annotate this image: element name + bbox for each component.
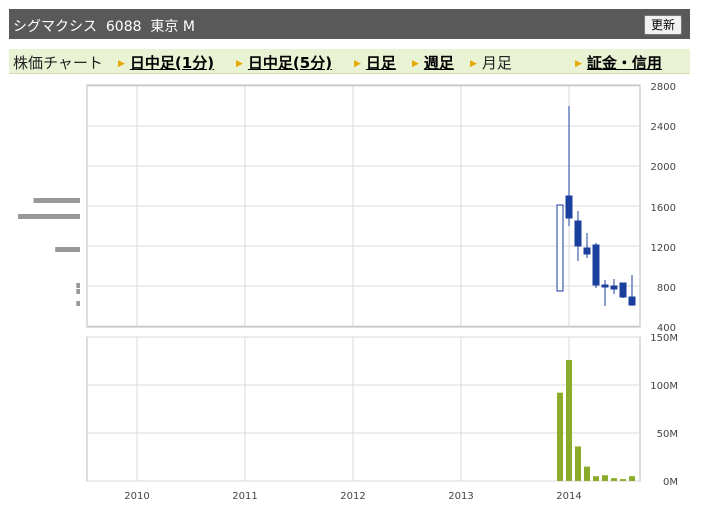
candle-body (583, 247, 591, 255)
volume-profile-bar (76, 301, 80, 306)
volume-bar (593, 476, 599, 481)
stock-chart: 2800 2400 2000 1600 1200 800 400 150M 10… (18, 82, 678, 502)
candle-body (592, 244, 600, 286)
volume-bar (584, 466, 590, 481)
volume-bar (566, 360, 572, 481)
volume-bar (557, 392, 563, 481)
year-tick-label: 2012 (340, 491, 365, 502)
volume-profile-bar (55, 247, 80, 252)
volume-bar (611, 478, 617, 481)
candle-body (565, 195, 573, 219)
year-tick-label: 2011 (232, 491, 257, 502)
volume-tick-label: 150M (650, 333, 678, 344)
year-tick-label: 2010 (124, 491, 149, 502)
candle-body (628, 296, 636, 306)
year-tick-label: 2014 (556, 491, 581, 502)
price-tick-label: 1200 (651, 243, 676, 254)
volume-bar (629, 476, 635, 481)
volume-profile-bar (76, 283, 80, 288)
candle-body (619, 282, 627, 298)
volume-bar (575, 446, 581, 481)
volume-bar (620, 479, 626, 481)
price-tick-label: 2800 (651, 82, 676, 93)
candle-body (610, 285, 618, 290)
price-tick-label: 800 (657, 283, 676, 294)
volume-profile-bar (33, 198, 80, 203)
candle-body (574, 220, 582, 247)
candle-body (601, 284, 609, 288)
volume-tick-label: 100M (650, 381, 678, 392)
volume-tick-label: 50M (657, 429, 678, 440)
price-tick-label: 1600 (651, 203, 676, 214)
volume-tick-label: 0M (663, 477, 678, 488)
year-tick-label: 2013 (448, 491, 473, 502)
price-tick-label: 2400 (651, 122, 676, 133)
volume-profile-bar (76, 289, 80, 294)
candle-body (556, 204, 564, 292)
volume-profile-bar (18, 214, 80, 219)
volume-bar (602, 475, 608, 481)
price-tick-label: 2000 (651, 162, 676, 173)
